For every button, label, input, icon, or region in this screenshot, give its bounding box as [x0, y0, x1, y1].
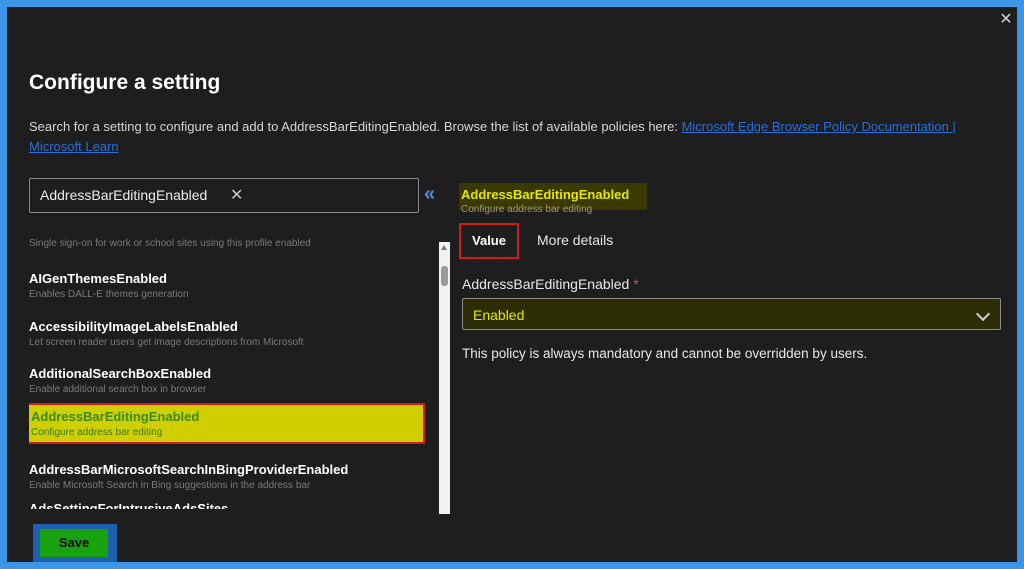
- scroll-thumb[interactable]: [441, 266, 448, 286]
- list-item-name: AIGenThemesEnabled: [29, 271, 167, 286]
- list-item-name: AdsSettingForIntrusiveAdsSites: [29, 501, 229, 509]
- configure-setting-dialog: ✕ Configure a setting Search for a setti…: [7, 7, 1017, 562]
- list-item-desc: Enable Microsoft Search in Bing suggesti…: [29, 480, 311, 491]
- list-item[interactable]: AccessibilityImageLabelsEnabled Let scre…: [29, 319, 429, 348]
- dialog-title: Configure a setting: [29, 71, 221, 94]
- required-marker: *: [633, 276, 639, 292]
- chevron-down-icon: [975, 306, 991, 322]
- selected-setting-subtitle: Configure address bar editing: [461, 204, 593, 215]
- value-dropdown[interactable]: Enabled: [462, 298, 1001, 330]
- policy-note: This policy is always mandatory and cann…: [462, 346, 868, 361]
- list-item-desc: Configure address bar editing: [31, 427, 163, 438]
- list-item[interactable]: AddressBarMicrosoftSearchInBingProviderE…: [29, 462, 429, 491]
- tab-more-details[interactable]: More details: [537, 232, 613, 248]
- list-item-name: AccessibilityImageLabelsEnabled: [29, 319, 238, 334]
- field-label-text: AddressBarEditingEnabled: [462, 276, 630, 292]
- search-value: AddressBarEditingEnabled: [40, 187, 208, 203]
- list-item-desc: Let screen reader users get image descri…: [29, 337, 304, 348]
- list-item-name: AddressBarEditingEnabled: [31, 409, 200, 424]
- list-item[interactable]: AdditionalSearchBoxEnabled Enable additi…: [29, 366, 429, 395]
- close-icon[interactable]: ✕: [999, 12, 1013, 28]
- list-item[interactable]: AIGenThemesEnabled Enables DALL-E themes…: [29, 271, 429, 300]
- list-item-desc: Enable additional search box in browser: [29, 384, 207, 395]
- list-item-desc: Enables DALL-E themes generation: [29, 289, 189, 300]
- search-input[interactable]: AddressBarEditingEnabled ✕: [29, 178, 419, 213]
- list-item-name: AdditionalSearchBoxEnabled: [29, 366, 212, 381]
- settings-list: Single sign-on for work or school sites …: [29, 229, 429, 509]
- clear-search-icon[interactable]: ✕: [230, 185, 243, 205]
- description-text: Search for a setting to configure and ad…: [29, 119, 682, 134]
- scroll-up-icon[interactable]: [441, 245, 447, 250]
- dropdown-selected-value: Enabled: [473, 307, 525, 323]
- list-item[interactable]: Single sign-on for work or school sites …: [29, 235, 429, 249]
- list-item-name: AddressBarMicrosoftSearchInBingProviderE…: [29, 462, 349, 477]
- list-item[interactable]: AdsSettingForIntrusiveAdsSites: [29, 501, 429, 509]
- list-item-desc: Single sign-on for work or school sites …: [29, 238, 311, 249]
- list-scrollbar[interactable]: [439, 242, 450, 514]
- collapse-panel-icon[interactable]: «: [424, 183, 435, 206]
- dialog-description: Search for a setting to configure and ad…: [29, 117, 979, 157]
- save-button[interactable]: Save: [40, 529, 108, 557]
- field-label: AddressBarEditingEnabled *: [462, 276, 639, 292]
- tab-value[interactable]: Value: [459, 223, 519, 259]
- list-item-selected[interactable]: AddressBarEditingEnabled Configure addre…: [29, 403, 425, 444]
